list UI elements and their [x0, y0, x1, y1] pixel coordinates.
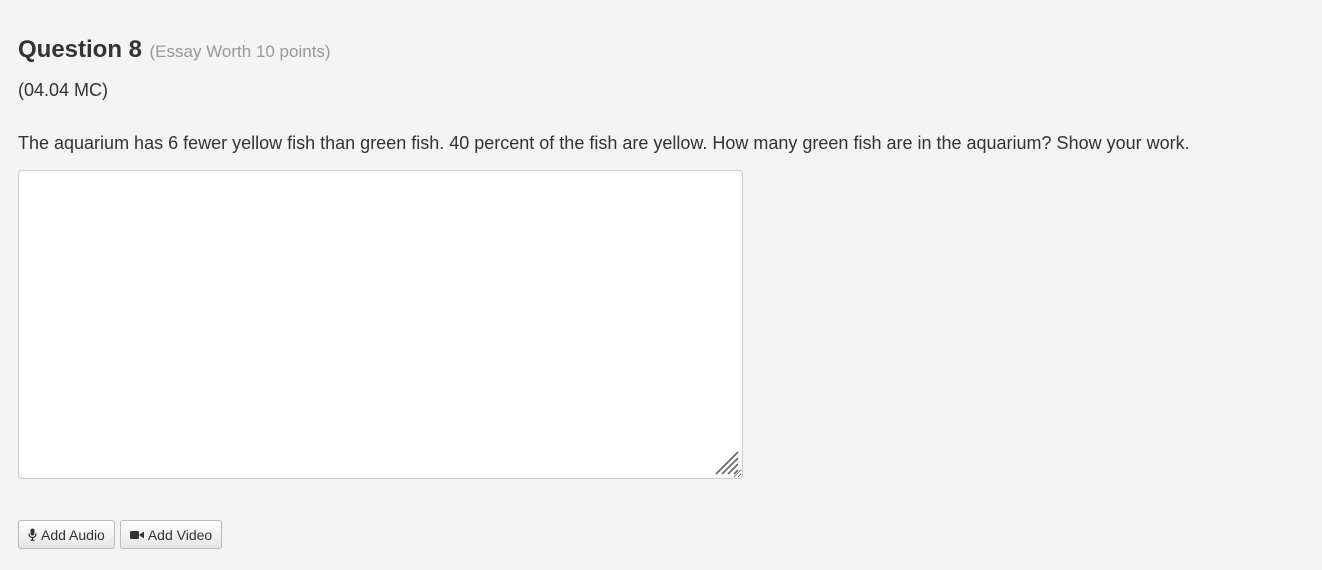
question-prompt: The aquarium has 6 fewer yellow fish tha…	[18, 133, 1190, 153]
add-audio-button[interactable]: Add Audio	[18, 520, 115, 549]
add-video-button[interactable]: Add Video	[119, 520, 223, 549]
question-container: Question 8 (Essay Worth 10 points) (04.0…	[0, 0, 1322, 570]
question-title: Question 8	[18, 36, 143, 63]
question-worth: (Essay Worth 10 points)	[149, 42, 331, 61]
resize-handle-icon[interactable]	[714, 450, 740, 476]
video-camera-icon	[129, 530, 144, 539]
essay-answer-textarea[interactable]	[18, 170, 743, 479]
add-video-label: Add Video	[147, 526, 213, 543]
question-header: Question 8 (Essay Worth 10 points)	[18, 36, 331, 64]
question-code: (04.04 MC)	[18, 80, 109, 100]
microphone-icon	[28, 528, 37, 541]
add-audio-label: Add Audio	[41, 526, 105, 543]
media-buttons: Add Audio Add Video	[18, 520, 223, 549]
